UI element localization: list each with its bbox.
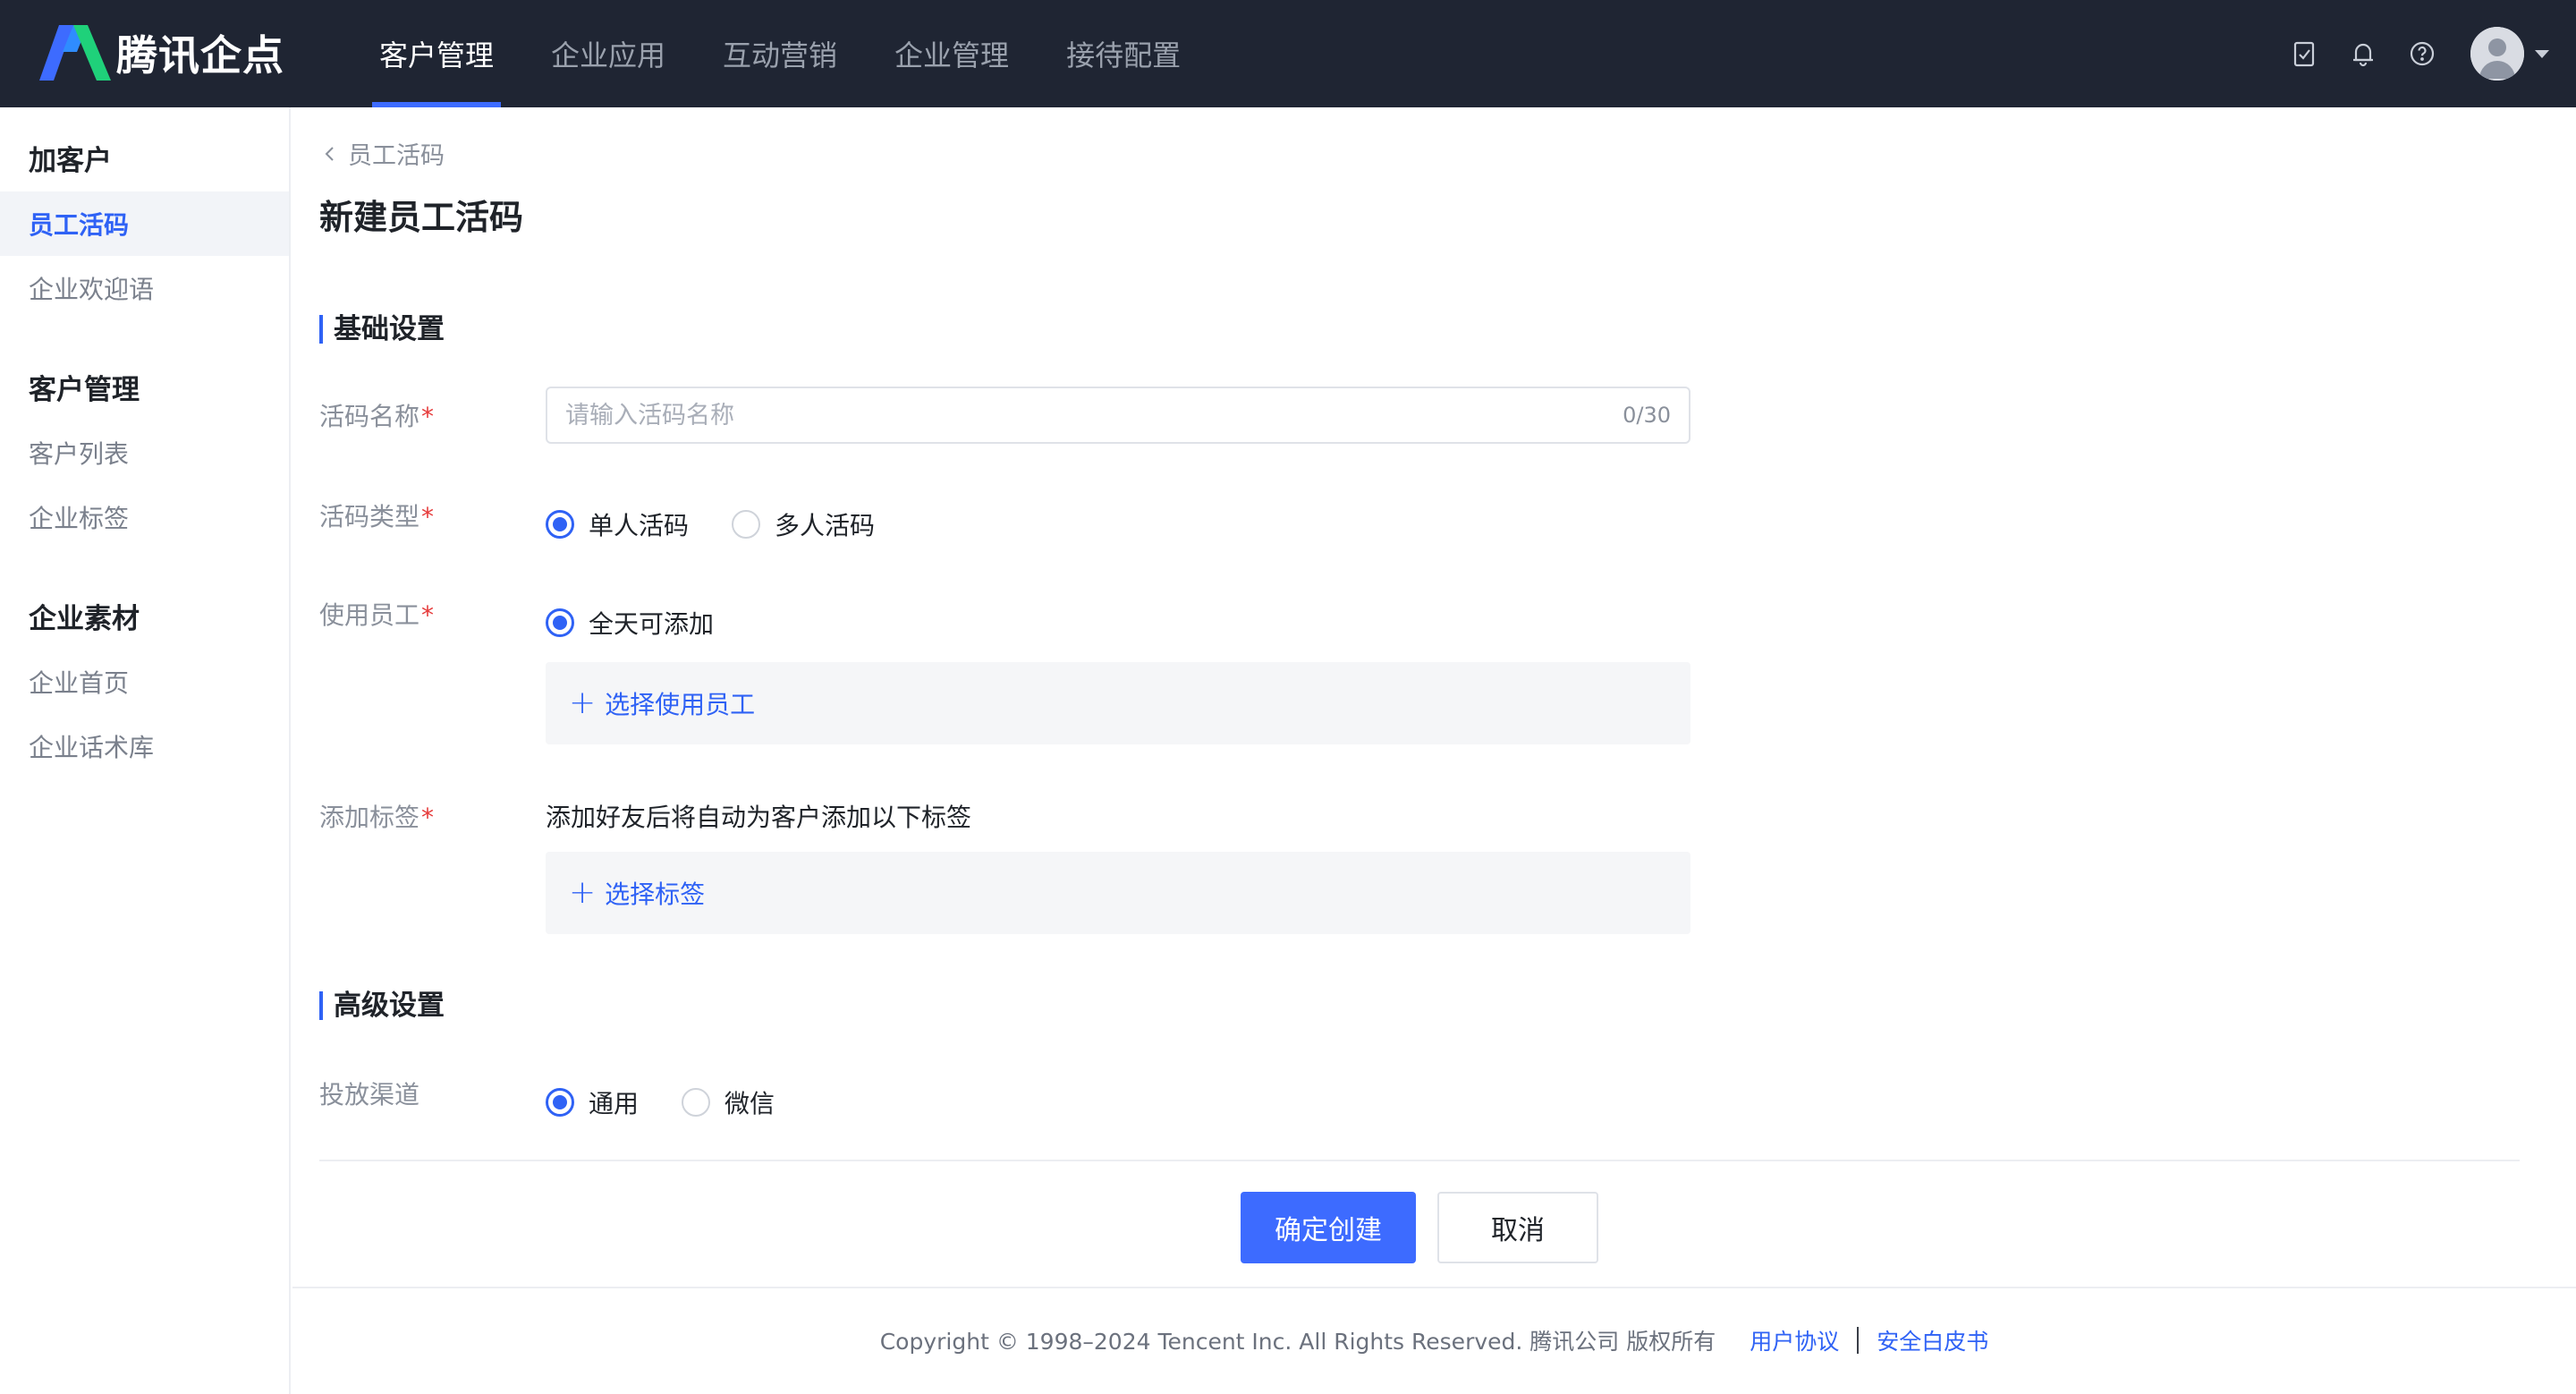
required-mark: *: [421, 502, 435, 531]
sidebar-group-enterprise-materials: 企业素材: [29, 602, 140, 635]
nav-item-reception-config[interactable]: 接待配置: [1038, 0, 1209, 107]
nav-item-enterprise-management[interactable]: 企业管理: [866, 0, 1038, 107]
label-text: 使用员工: [319, 600, 420, 630]
radio-dot: [546, 510, 574, 539]
label-qrcode-name: 活码名称*: [319, 397, 434, 433]
bell-icon[interactable]: [2343, 34, 2383, 73]
channel-radio-group: 通用 微信: [546, 1084, 818, 1120]
radio-label: 多人活码: [775, 511, 876, 540]
required-mark: *: [421, 402, 435, 431]
nav-item-interactive-marketing[interactable]: 互动营销: [694, 0, 866, 107]
plus-icon: +: [569, 684, 597, 721]
nav-item-enterprise-apps[interactable]: 企业应用: [522, 0, 694, 107]
radio-channel-general[interactable]: 通用: [546, 1084, 639, 1120]
label-staff: 使用员工*: [319, 596, 434, 632]
task-check-icon[interactable]: [2284, 34, 2324, 73]
user-menu[interactable]: [2470, 27, 2549, 81]
sidebar-item-enterprise-home[interactable]: 企业首页: [0, 650, 289, 714]
section-title-basic: 基础设置: [319, 315, 445, 344]
label-qrcode-type: 活码类型*: [319, 497, 434, 533]
sidebar-item-customer-list[interactable]: 客户列表: [0, 421, 289, 485]
confirm-create-button[interactable]: 确定创建: [1241, 1192, 1416, 1263]
label-text: 活码名称: [319, 402, 420, 431]
label-text: 活码类型: [319, 502, 420, 531]
sidebar: 加客户 员工活码 企业欢迎语 客户管理 客户列表 企业标签 企业素材 企业首页 …: [0, 107, 291, 1394]
breadcrumb-text: 员工活码: [348, 142, 445, 170]
main-content: 员工活码 新建员工活码 基础设置 活码名称* 0/30 活码类型* 单人活码 多…: [292, 107, 2576, 1394]
footer-divider: [292, 1287, 2576, 1288]
select-staff-label: 选择使用员工: [605, 690, 756, 719]
label-channel: 投放渠道: [319, 1080, 420, 1109]
chevron-left-icon: [325, 146, 334, 161]
user-agreement-link[interactable]: 用户协议: [1750, 1324, 1839, 1356]
brand-name: 腾讯企点: [116, 31, 284, 80]
tag-hint: 添加好友后将自动为客户添加以下标签: [546, 803, 972, 832]
radio-channel-wechat[interactable]: 微信: [682, 1084, 775, 1120]
qrcode-name-field[interactable]: 0/30: [546, 387, 1690, 444]
cancel-button[interactable]: 取消: [1437, 1192, 1598, 1263]
sidebar-item-enterprise-tags[interactable]: 企业标签: [0, 485, 289, 549]
breadcrumb[interactable]: 员工活码: [319, 136, 445, 171]
brand-logo[interactable]: 腾讯企点: [39, 23, 284, 82]
user-avatar-icon: [2470, 27, 2524, 81]
page-title: 新建员工活码: [319, 198, 524, 237]
divider: [319, 1160, 2520, 1161]
sidebar-item-script-library[interactable]: 企业话术库: [0, 714, 289, 778]
sidebar-item-staff-qrcode[interactable]: 员工活码: [0, 191, 289, 256]
chevron-down-icon: [2535, 49, 2549, 58]
section-title-advanced: 高级设置: [319, 991, 445, 1020]
radio-multi-qrcode[interactable]: 多人活码: [732, 506, 875, 542]
tencent-qidian-logo-icon: [39, 25, 111, 81]
sidebar-group-add-customer: 加客户: [29, 144, 112, 177]
avatar: [2470, 27, 2524, 81]
radio-dot: [732, 510, 761, 539]
radio-dot: [546, 1088, 574, 1117]
top-navigation-bar: 腾讯企点 客户管理 企业应用 互动营销 企业管理 接待配置: [0, 0, 2576, 107]
radio-label: 全天可添加: [589, 609, 715, 639]
staff-radio-group: 全天可添加: [546, 605, 757, 641]
select-tag-label: 选择标签: [605, 880, 706, 909]
main-nav: 客户管理 企业应用 互动营销 企业管理 接待配置: [351, 0, 1209, 107]
radio-single-qrcode[interactable]: 单人活码: [546, 506, 689, 542]
sidebar-item-welcome-message[interactable]: 企业欢迎语: [0, 256, 289, 320]
required-mark: *: [421, 600, 435, 630]
nav-item-customer-management[interactable]: 客户管理: [351, 0, 522, 107]
qrcode-name-input[interactable]: [565, 401, 1623, 429]
radio-label: 通用: [589, 1089, 640, 1118]
label-add-tag: 添加标签*: [319, 798, 434, 834]
char-counter: 0/30: [1623, 403, 1671, 428]
select-staff-button[interactable]: + 选择使用员工: [546, 662, 1690, 744]
radio-dot: [682, 1088, 711, 1117]
required-mark: *: [421, 803, 435, 832]
radio-all-day[interactable]: 全天可添加: [546, 605, 714, 641]
radio-label: 单人活码: [589, 511, 690, 540]
sidebar-group-customer-management: 客户管理: [29, 373, 140, 406]
radio-label: 微信: [724, 1089, 775, 1118]
radio-dot: [546, 608, 574, 637]
top-icons: [2265, 0, 2549, 107]
copyright-text: Copyright © 1998–2024 Tencent Inc. All R…: [879, 1329, 1716, 1355]
plus-icon: +: [569, 874, 597, 911]
label-text: 添加标签: [319, 803, 420, 832]
security-whitepaper-link[interactable]: 安全白皮书: [1877, 1324, 1988, 1356]
help-icon[interactable]: [2402, 34, 2442, 73]
footer-separator: [1857, 1327, 1860, 1354]
footer: Copyright © 1998–2024 Tencent Inc. All R…: [292, 1324, 2576, 1356]
qrcode-type-radio-group: 单人活码 多人活码: [546, 506, 918, 542]
select-tag-button[interactable]: + 选择标签: [546, 852, 1690, 934]
